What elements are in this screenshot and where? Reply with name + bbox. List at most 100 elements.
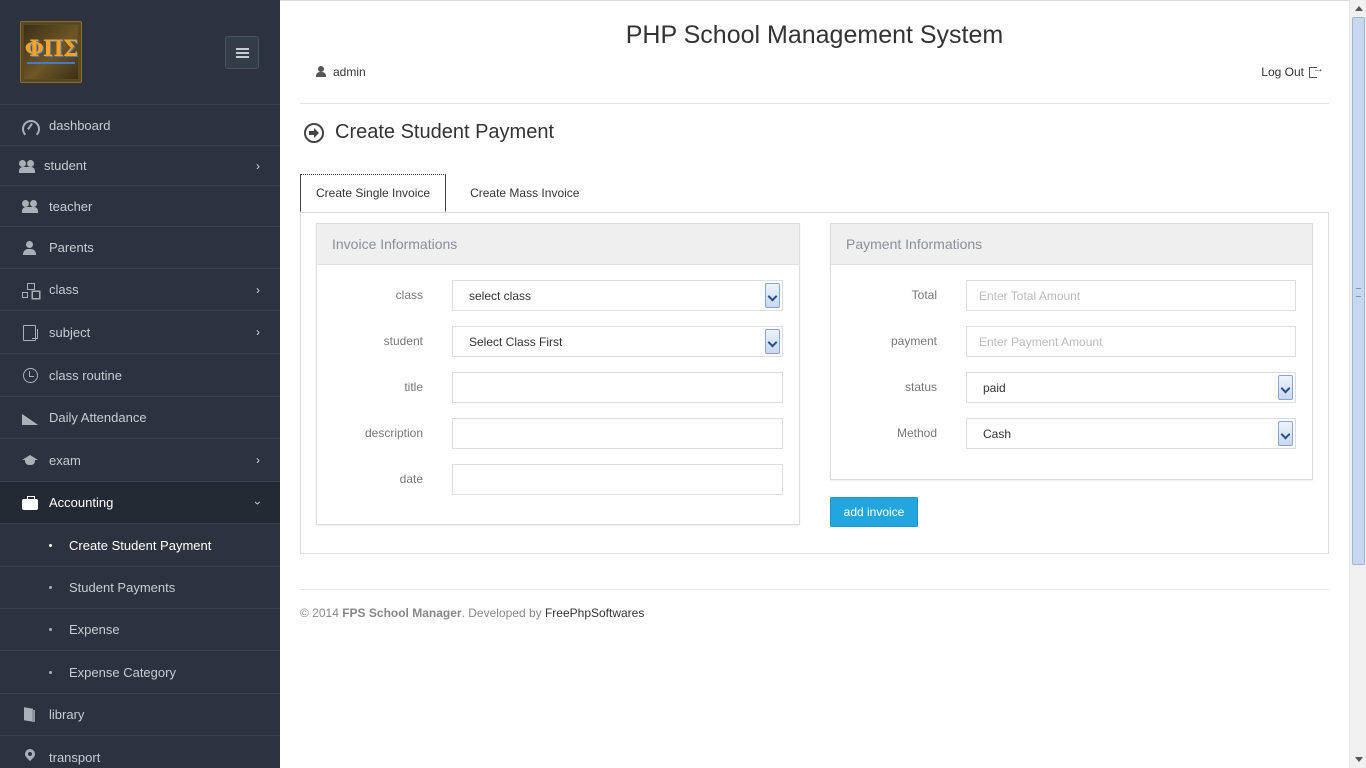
total-label: Total (911, 288, 937, 302)
total-amount-input[interactable]: Enter Total Amount (966, 280, 1296, 311)
user-menu[interactable]: admin (315, 65, 366, 79)
form-row-class: class select class (317, 280, 799, 311)
sign-out-icon (1309, 63, 1324, 78)
tab-bar: Create Single Invoice Create Mass Invoic… (300, 174, 594, 212)
sidebar-item-label: class routine (49, 367, 122, 383)
form-row-date: date (317, 464, 799, 495)
scroll-up-icon[interactable] (1351, 1, 1366, 16)
bullet-icon (49, 586, 52, 589)
book-icon (22, 324, 38, 341)
sidebar-item-label: exam (49, 452, 81, 468)
sidebar-item-exam[interactable]: exam › (0, 438, 280, 481)
status-select[interactable]: paid (966, 372, 1296, 403)
sidebar: ΦΠΣ dashboard student › teacher Parents … (0, 0, 280, 768)
method-select-value: Cash (983, 426, 1012, 441)
sidebar-item-teacher[interactable]: teacher (0, 185, 280, 226)
logout-link[interactable]: Log Out (1261, 63, 1324, 80)
sidebar-item-accounting[interactable]: Accounting › (0, 481, 280, 523)
chevron-right-icon: › (256, 158, 260, 173)
scrollbar-thumb[interactable] (1352, 17, 1365, 565)
divider (300, 103, 1329, 104)
sidebar-subitem-expense[interactable]: Expense (0, 608, 280, 650)
form-row-student: student Select Class First (317, 326, 799, 357)
add-invoice-button[interactable]: add invoice (830, 497, 918, 527)
method-label: Method (896, 426, 937, 440)
library-icon (22, 707, 38, 723)
student-select-value: Select Class First (469, 334, 563, 349)
sidebar-item-label: Daily Attendance (49, 410, 147, 425)
sidebar-item-dashboard[interactable]: dashboard (0, 104, 280, 145)
footer: © 2014 FPS School Manager. Developed by … (300, 606, 644, 620)
payment-panel: Payment Informations Total Enter Total A… (830, 223, 1313, 480)
briefcase-icon (22, 495, 38, 511)
student-label: student (383, 334, 423, 348)
sidebar-subitem-label: Expense (69, 622, 120, 637)
payment-amount-input[interactable]: Enter Payment Amount (966, 326, 1296, 357)
bullet-icon (49, 543, 52, 547)
sidebar-item-parents[interactable]: Parents (0, 226, 280, 268)
logo[interactable]: ΦΠΣ (20, 21, 82, 83)
status-label: status (904, 380, 937, 394)
invoice-panel: Invoice Informations class select class … (316, 223, 800, 525)
sitemap-icon (22, 282, 38, 298)
form-row-total: Total Enter Total Amount (831, 280, 1312, 311)
users-icon (19, 158, 35, 174)
method-select[interactable]: Cash (966, 418, 1296, 449)
sidebar-item-transport[interactable]: transport (0, 735, 280, 768)
chevron-down-icon[interactable] (1278, 375, 1293, 400)
sidebar-subitem-label: Expense Category (69, 664, 176, 680)
chevron-right-icon: › (256, 453, 260, 467)
sidebar-subitem-label: Student Payments (69, 580, 176, 595)
title-input[interactable] (452, 372, 783, 403)
status-select-value: paid (983, 380, 1006, 395)
logout-label: Log Out (1261, 65, 1304, 79)
footer-copyright: © 2014 (300, 606, 343, 620)
student-select[interactable]: Select Class First (452, 326, 783, 357)
chevron-down-icon[interactable] (1278, 421, 1293, 446)
description-label: description (364, 426, 423, 440)
sidebar-item-student[interactable]: student › (0, 145, 280, 185)
user-icon (22, 240, 38, 256)
sidebar-item-label: student (44, 158, 87, 173)
sidebar-item-library[interactable]: library (0, 693, 280, 735)
footer-developer-link[interactable]: FreePhpSoftwares (545, 606, 644, 620)
chevron-down-icon[interactable] (765, 283, 780, 308)
area-chart-icon (22, 410, 38, 426)
tab-create-mass-invoice[interactable]: Create Mass Invoice (455, 174, 594, 212)
main-content: PHP School Management System admin Log O… (280, 0, 1349, 768)
sidebar-item-subject[interactable]: subject › (0, 310, 280, 353)
scroll-down-icon[interactable] (1351, 752, 1366, 767)
sidebar-item-daily-attendance[interactable]: Daily Attendance (0, 396, 280, 438)
divider (300, 589, 1329, 590)
description-input[interactable] (452, 418, 783, 449)
form-row-status: status paid (831, 372, 1312, 403)
page-title: Create Student Payment (335, 121, 555, 143)
sidebar-item-label: transport (49, 749, 101, 765)
footer-developed-by: . Developed by (461, 606, 545, 620)
tab-create-single-invoice[interactable]: Create Single Invoice (300, 174, 447, 212)
sidebar-item-label: class (49, 282, 79, 297)
sidebar-item-class-routine[interactable]: class routine (0, 353, 280, 396)
page-scrollbar[interactable] (1349, 0, 1366, 768)
menu-toggle-button[interactable] (225, 36, 259, 69)
clock-icon (22, 367, 38, 383)
date-input[interactable] (452, 464, 783, 495)
payment-label: payment (890, 334, 937, 348)
sidebar-subitem-student-payments[interactable]: Student Payments (0, 566, 280, 608)
invoice-panel-title: Invoice Informations (317, 224, 799, 265)
sidebar-subitem-expense-category[interactable]: Expense Category (0, 650, 280, 693)
sidebar-item-class[interactable]: class › (0, 268, 280, 310)
class-select[interactable]: select class (452, 280, 783, 311)
form-row-payment: payment Enter Payment Amount (831, 326, 1312, 357)
sidebar-brand: ΦΠΣ (0, 0, 280, 103)
title-label: title (404, 380, 423, 394)
logo-text: ΦΠΣ (24, 36, 79, 62)
payment-panel-title: Payment Informations (831, 224, 1312, 265)
chevron-down-icon[interactable] (765, 329, 780, 354)
graduation-cap-icon (22, 452, 38, 468)
footer-brand: FPS School Manager (342, 606, 462, 620)
sidebar-item-label: Accounting (49, 495, 114, 510)
form-row-title: title (317, 372, 799, 403)
chevron-right-icon: › (256, 282, 260, 297)
sidebar-subitem-create-student-payment[interactable]: Create Student Payment (0, 523, 280, 566)
